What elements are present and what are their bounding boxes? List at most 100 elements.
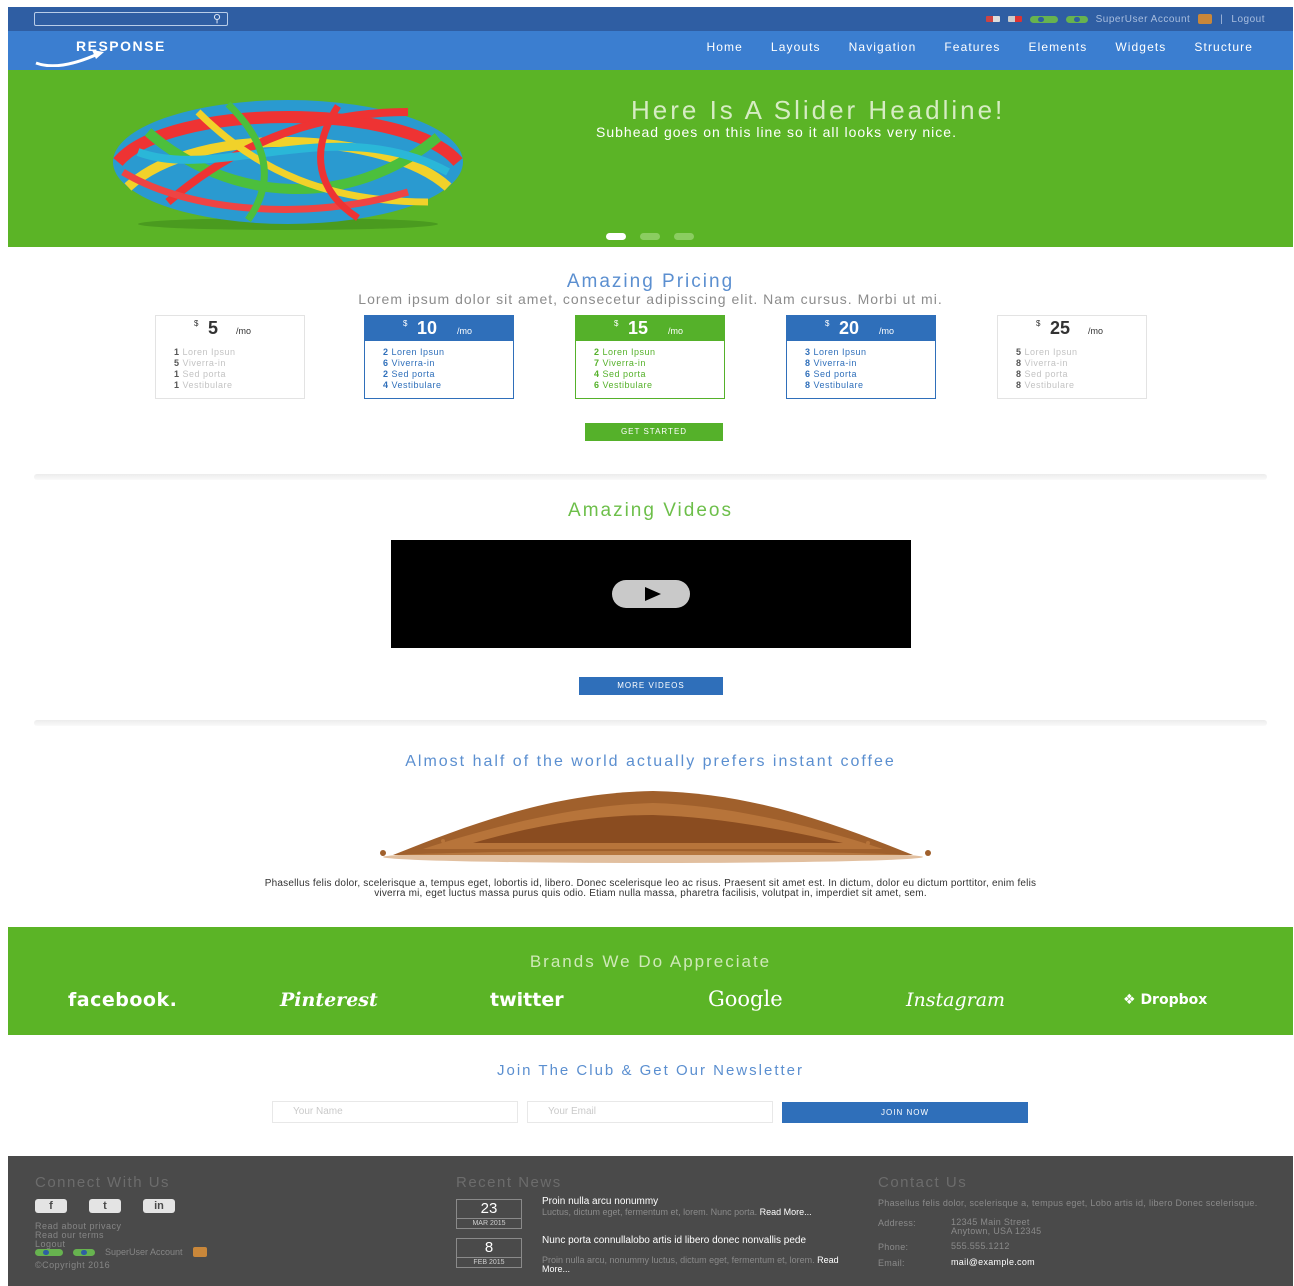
brands-section: Brands We Do Appreciate facebook. Pinter… (8, 927, 1293, 1035)
nav-widgets[interactable]: Widgets (1115, 40, 1166, 54)
toggle-switch[interactable] (35, 1248, 63, 1256)
nav-layouts[interactable]: Layouts (771, 40, 821, 54)
pinterest-logo[interactable]: Pinterest (280, 989, 378, 1011)
plan-features: 5 Loren Ipsun 8 Viverra-in 8 Sed porta 8… (998, 341, 1146, 391)
email-link[interactable]: mail@example.com (951, 1258, 1035, 1267)
pricing-description: Lorem ipsum dolor sit amet, consecetur a… (358, 291, 943, 307)
play-icon[interactable] (612, 580, 690, 608)
plan-feature: 2 Loren Ipsun (383, 347, 445, 357)
plan-feature: 4 Vestibulare (383, 380, 442, 390)
plan-period: /mo (236, 326, 252, 336)
news-day: 23 (480, 1200, 498, 1217)
dropbox-logo[interactable]: ❖ Dropbox (1123, 992, 1207, 1008)
contact-description: Phasellus felis dolor, scelerisque a, te… (878, 1198, 1258, 1208)
more-videos-button[interactable]: MORE VIDEOS (579, 677, 723, 695)
coffee-paragraph: Phasellus felis dolor, scelerisque a, te… (264, 878, 1037, 899)
plan-price: 20 (839, 318, 860, 338)
plan-price: 15 (628, 318, 649, 338)
currency-symbol: $ (403, 319, 408, 328)
coffee-granules-image (380, 791, 931, 863)
slider-pagination (606, 233, 694, 240)
plan-feature: 8 Vestibulare (805, 380, 864, 390)
plan-feature: 8 Viverra-in (1016, 358, 1068, 368)
avatar[interactable] (1198, 14, 1213, 24)
currency-symbol: $ (194, 319, 199, 328)
instagram-logo[interactable]: Instagram (906, 989, 1005, 1011)
read-more-link[interactable]: Read More... (760, 1207, 812, 1217)
get-started-button[interactable]: GET STARTED (585, 423, 723, 441)
pricing-plan[interactable]: $ 15 /mo 2 Loren Ipsun 7 Viverra-in 4 Se… (575, 315, 725, 399)
hero-slider: Here Is A Slider Headline! Subhead goes … (8, 70, 1293, 247)
search-input[interactable]: ⚲ (34, 12, 228, 26)
logo[interactable]: RESPONSE (34, 37, 234, 67)
language-flag-icon[interactable] (1007, 16, 1022, 22)
nav-structure[interactable]: Structure (1194, 40, 1253, 54)
videos-title: Amazing Videos (568, 500, 733, 521)
avatar[interactable] (192, 1247, 207, 1257)
logout-link[interactable]: Logout (1231, 14, 1265, 25)
account-link[interactable]: SuperUser Account (1096, 14, 1191, 25)
email-field[interactable]: Your Email (527, 1101, 773, 1123)
plan-price: 10 (417, 318, 438, 338)
copyright: ©Copyright 2016 (35, 1260, 111, 1270)
plan-feature: 6 Viverra-in (383, 358, 435, 368)
toggle-switch[interactable] (73, 1248, 95, 1256)
news-title[interactable]: Proin nulla arcu nonummy (542, 1197, 842, 1207)
plan-features: 1 Loren Ipsun 5 Viverra-in 1 Sed porta 1… (156, 341, 304, 391)
footer: Connect With Us f t in Read about privac… (8, 1156, 1293, 1286)
footer-news-title: Recent News (456, 1174, 562, 1191)
twitter-icon[interactable]: t (89, 1199, 121, 1213)
contact-address: Address: 12345 Main Street Anytown, USA … (878, 1217, 1042, 1236)
news-title[interactable]: Nunc porta connullalobo artis id libero … (542, 1236, 842, 1246)
slider-subhead: Subhead goes on this line so it all look… (596, 124, 957, 140)
twitter-logo[interactable]: twitter (490, 989, 564, 1011)
linkedin-icon[interactable]: in (143, 1199, 175, 1213)
social-links: f t in (35, 1199, 175, 1213)
dropbox-icon: ❖ (1123, 992, 1136, 1008)
plan-feature: 2 Loren Ipsun (594, 347, 656, 357)
pricing-plan[interactable]: $ 20 /mo 3 Loren Ipsun 8 Viverra-in 6 Se… (786, 315, 936, 399)
facebook-logo[interactable]: facebook. (68, 989, 177, 1011)
video-player[interactable] (391, 540, 911, 648)
plan-header: $ 10 /mo (365, 316, 513, 341)
pricing-plan[interactable]: $ 25 /mo 5 Loren Ipsun 8 Viverra-in 8 Se… (997, 315, 1147, 399)
google-logo[interactable]: Google (708, 987, 783, 1011)
language-flag-icon[interactable] (985, 16, 1000, 22)
currency-symbol: $ (825, 319, 830, 328)
slider-dot[interactable] (640, 233, 660, 240)
toggle-switch[interactable] (1029, 15, 1058, 23)
join-now-button[interactable]: JOIN NOW (782, 1102, 1028, 1123)
news-month: MAR 2015 (457, 1218, 521, 1229)
plan-period: /mo (879, 326, 895, 336)
slider-dot[interactable] (606, 233, 626, 240)
plan-price: 25 (1050, 318, 1071, 338)
name-field[interactable]: Your Name (272, 1101, 518, 1123)
logo-text: RESPONSE (76, 38, 166, 54)
plan-header: $ 15 /mo (576, 316, 724, 341)
news-date: 8 FEB 2015 (456, 1238, 522, 1268)
plan-feature: 8 Vestibulare (1016, 380, 1075, 390)
nav-home[interactable]: Home (707, 40, 743, 54)
top-links: SuperUser Account | Logout (985, 11, 1265, 27)
plan-period: /mo (668, 326, 684, 336)
account-link[interactable]: SuperUser Account (105, 1247, 183, 1257)
nav-elements[interactable]: Elements (1029, 40, 1088, 54)
plan-features: 2 Loren Ipsun 7 Viverra-in 4 Sed porta 6… (576, 341, 724, 391)
pricing-plan[interactable]: $ 5 /mo 1 Loren Ipsun 5 Viverra-in 1 Sed… (155, 315, 305, 399)
slider-dot[interactable] (674, 233, 694, 240)
pricing-plan[interactable]: $ 10 /mo 2 Loren Ipsun 6 Viverra-in 2 Se… (364, 315, 514, 399)
plan-feature: 8 Sed porta (1016, 369, 1069, 379)
news-date: 23 MAR 2015 (456, 1199, 522, 1229)
nav-navigation[interactable]: Navigation (849, 40, 917, 54)
plan-feature: 2 Sed porta (383, 369, 436, 379)
news-excerpt: Proin nulla arcu, nonummy luctus, dictum… (542, 1255, 839, 1274)
footer-contact-title: Contact Us (878, 1174, 968, 1191)
plan-header: $ 5 /mo (156, 316, 304, 341)
plan-period: /mo (457, 326, 473, 336)
section-divider (34, 720, 1267, 726)
plan-period: /mo (1088, 326, 1104, 336)
nav-features[interactable]: Features (944, 40, 1000, 54)
facebook-icon[interactable]: f (35, 1199, 67, 1213)
toggle-switch[interactable] (1065, 15, 1088, 23)
search-icon[interactable]: ⚲ (213, 12, 221, 25)
